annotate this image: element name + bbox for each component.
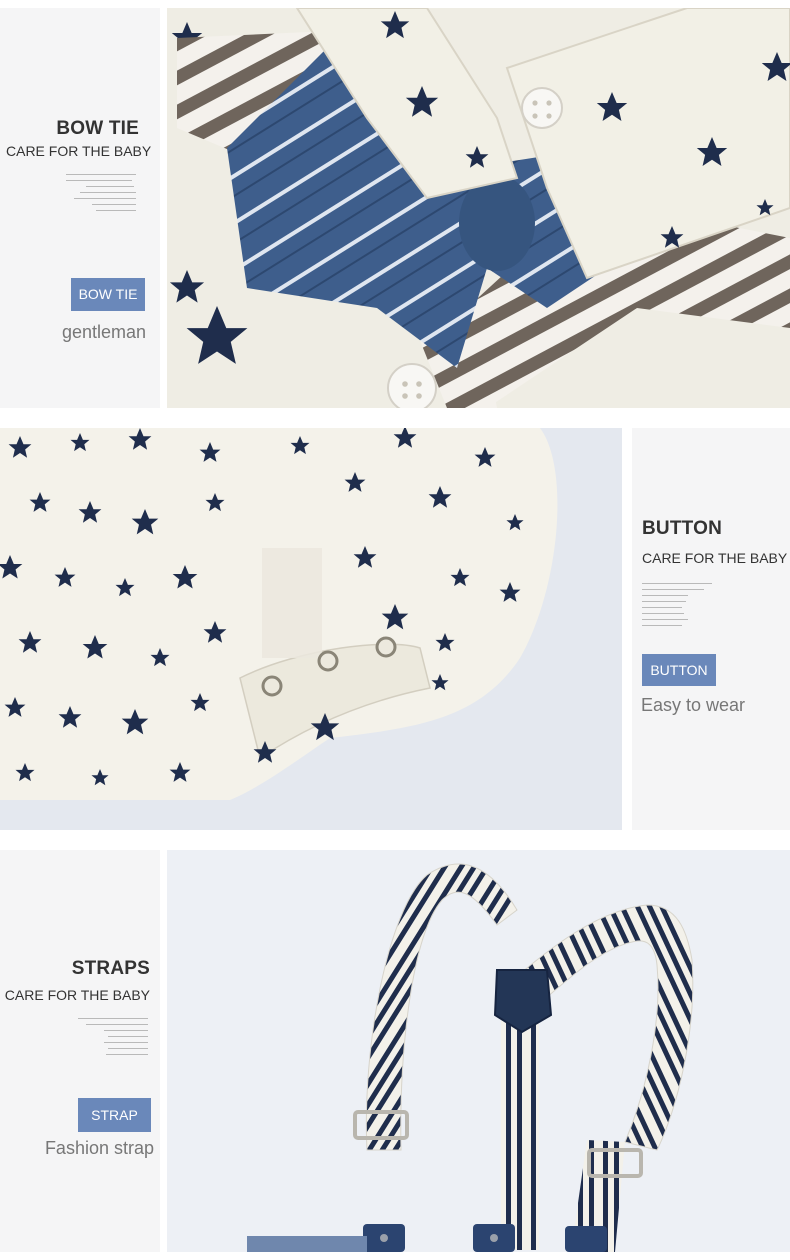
fine-print-text: [642, 583, 714, 631]
star-bodysuit-snap-buttons-photo: [0, 428, 622, 830]
feature-subtitle: CARE FOR THE BABY: [642, 550, 788, 566]
feature-title: BOW TIE: [56, 118, 139, 139]
feature-text-panel: STRAPS CARE FOR THE BABY STRAP Fashion s…: [0, 850, 160, 1252]
feature-text-panel: BUTTON CARE FOR THE BABY BUTTON Easy to …: [632, 428, 790, 830]
feature-tagline: Fashion strap: [44, 1138, 154, 1158]
feature-subtitle: CARE FOR THE BABY: [4, 987, 150, 1003]
feature-section-button: BUTTON CARE FOR THE BABY BUTTON Easy to …: [0, 420, 790, 840]
feature-title: STRAPS: [71, 958, 150, 979]
feature-section-bow-tie: BOW TIE CARE FOR THE BABY BOW TIE gentle…: [0, 0, 790, 410]
feature-title: BUTTON: [642, 518, 723, 539]
feature-text-panel: BOW TIE CARE FOR THE BABY BOW TIE gentle…: [0, 8, 160, 408]
striped-suspenders-photo: [167, 850, 790, 1252]
feature-badge: STRAP: [78, 1098, 151, 1132]
feature-badge: BUTTON: [642, 654, 716, 686]
bow-tie-collar-photo: [167, 8, 790, 408]
feature-subtitle: CARE FOR THE BABY: [6, 143, 152, 159]
feature-section-straps: STRAPS CARE FOR THE BABY STRAP Fashion s…: [0, 842, 790, 1260]
feature-badge: BOW TIE: [71, 278, 145, 311]
fine-print-text: [78, 1018, 150, 1060]
feature-tagline: gentleman: [61, 322, 146, 342]
feature-tagline: Easy to wear: [641, 695, 746, 715]
fine-print-text: [66, 174, 138, 216]
